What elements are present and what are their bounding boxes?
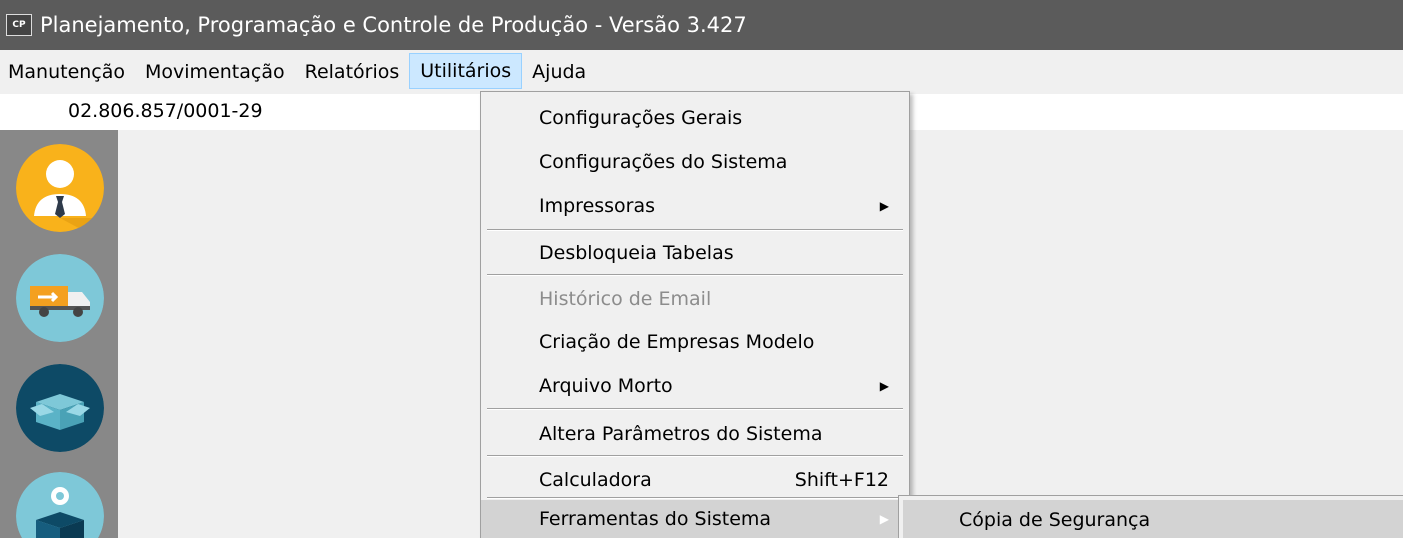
menu-item-label: Cópia de Segurança xyxy=(959,508,1151,531)
menu-item-label: Desbloqueia Tabelas xyxy=(539,242,734,264)
gear-box-icon xyxy=(16,472,104,538)
menu-item-historico-email: Histórico de Email xyxy=(481,277,909,321)
sidebar-button-user[interactable] xyxy=(16,144,104,232)
user-icon xyxy=(16,144,104,232)
menu-item-label: Impressoras xyxy=(539,195,656,217)
submenu-arrow-icon: ▶ xyxy=(879,379,889,393)
sidebar-button-settings[interactable] xyxy=(16,472,104,538)
truck-icon xyxy=(16,254,104,342)
company-cnpj: 02.806.857/0001-29 xyxy=(68,100,263,122)
menu-separator xyxy=(487,455,903,457)
menu-item-label: Criação de Empresas Modelo xyxy=(539,331,815,353)
menu-item-calculadora[interactable]: Calculadora Shift+F12 xyxy=(481,458,909,502)
menu-item-label: Configurações Gerais xyxy=(539,107,743,129)
menu-item-label: Altera Parâmetros do Sistema xyxy=(539,423,823,445)
menu-manutencao[interactable]: Manutenção xyxy=(0,50,135,94)
menu-item-label: Calculadora xyxy=(539,469,652,491)
menu-item-copia-seguranca[interactable]: Cópia de Segurança xyxy=(903,500,1403,538)
menu-separator xyxy=(487,497,903,499)
menu-item-arquivo-morto[interactable]: Arquivo Morto ▶ xyxy=(481,364,909,408)
menu-item-desbloqueia-tabelas[interactable]: Desbloqueia Tabelas xyxy=(481,231,909,275)
menu-bar: Manutenção Movimentação Relatórios Utili… xyxy=(0,50,1403,94)
ferramentas-submenu: Cópia de Segurança xyxy=(898,495,1403,538)
menu-item-label: Ferramentas do Sistema xyxy=(539,508,772,530)
window-title: Planejamento, Programação e Controle de … xyxy=(40,13,747,37)
submenu-arrow-icon: ▶ xyxy=(879,199,889,213)
menu-item-label: Configurações do Sistema xyxy=(539,151,788,173)
menu-item-altera-parametros[interactable]: Altera Parâmetros do Sistema xyxy=(481,412,909,456)
menu-item-configuracoes-sistema[interactable]: Configurações do Sistema xyxy=(481,140,909,184)
menu-item-configuracoes-gerais[interactable]: Configurações Gerais xyxy=(481,96,909,140)
menu-item-ferramentas-sistema[interactable]: Ferramentas do Sistema ▶ xyxy=(481,500,909,538)
menu-movimentacao[interactable]: Movimentação xyxy=(135,50,295,94)
menu-item-impressoras[interactable]: Impressoras ▶ xyxy=(481,184,909,228)
menu-separator xyxy=(487,274,903,276)
menu-item-criacao-empresas-modelo[interactable]: Criação de Empresas Modelo xyxy=(481,320,909,364)
sidebar-button-inventory[interactable] xyxy=(16,364,104,452)
menu-ajuda[interactable]: Ajuda xyxy=(522,50,596,94)
sidebar-button-shipping[interactable] xyxy=(16,254,104,342)
menu-item-label: Arquivo Morto xyxy=(539,375,673,397)
sidebar xyxy=(0,130,118,538)
menu-item-label: Histórico de Email xyxy=(539,288,712,310)
box-icon xyxy=(16,364,104,452)
title-bar: CP Planejamento, Programação e Controle … xyxy=(0,0,1403,50)
shortcut-label: Shift+F12 xyxy=(794,469,889,491)
menu-separator xyxy=(487,408,903,410)
app-icon: CP xyxy=(6,14,32,36)
menu-relatorios[interactable]: Relatórios xyxy=(295,50,410,94)
menu-utilitarios[interactable]: Utilitários xyxy=(409,53,523,89)
utilitarios-dropdown: Configurações Gerais Configurações do Si… xyxy=(480,91,910,538)
submenu-arrow-icon: ▶ xyxy=(879,512,889,526)
